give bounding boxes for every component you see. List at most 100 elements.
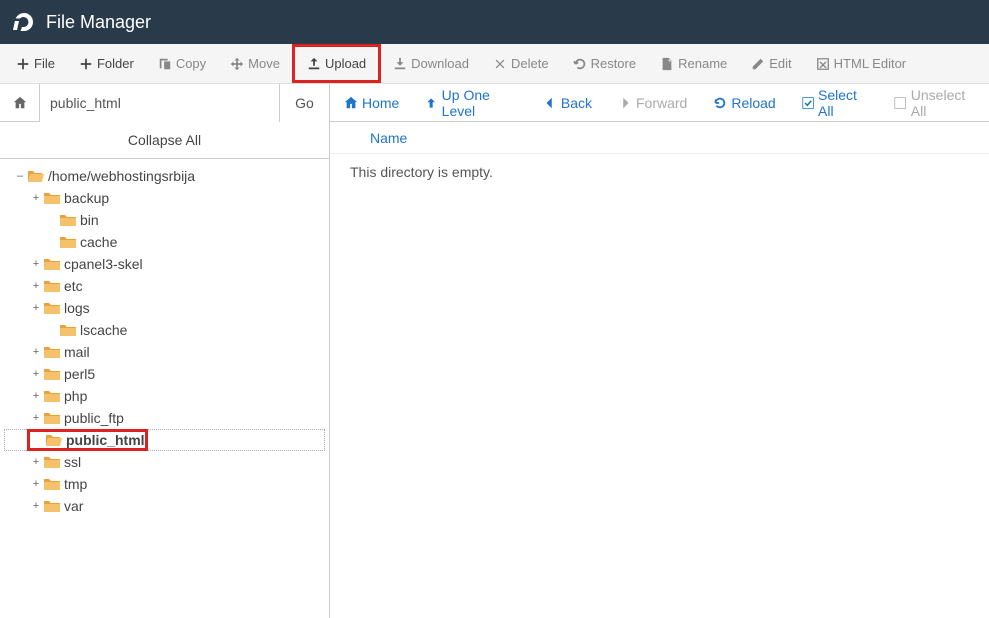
nav-label: Reload [731, 95, 775, 111]
nav-label: Select All [818, 87, 868, 119]
toolbar-label: Folder [97, 56, 134, 71]
tree-item-cache[interactable]: cache [4, 231, 325, 253]
upload-button[interactable]: Upload [292, 44, 381, 83]
go-button[interactable]: Go [279, 84, 329, 122]
tree-item-bin[interactable]: bin [4, 209, 325, 231]
expander-icon[interactable]: + [30, 368, 42, 380]
expander-icon[interactable]: + [30, 478, 42, 490]
move-button[interactable]: Move [218, 44, 292, 83]
htmleditor-button[interactable]: HTML Editor [804, 44, 918, 83]
tree-label: lscache [80, 322, 127, 338]
folder-icon [44, 499, 60, 513]
nav-home-button[interactable]: Home [344, 95, 399, 111]
expander-icon[interactable]: + [30, 346, 42, 358]
nav-label: Back [561, 95, 592, 111]
column-header-name[interactable]: Name [330, 122, 989, 154]
house-icon [344, 96, 358, 110]
tree-item-etc[interactable]: + etc [4, 275, 325, 297]
nav-back-button[interactable]: Back [543, 95, 592, 111]
content-area: Home Up One Level Back Forward Reload Select … [330, 84, 989, 618]
expander-icon[interactable]: + [30, 192, 42, 204]
tree-item-cpanel3-skel[interactable]: +cpanel3-skel [4, 253, 325, 275]
tree-item-perl5[interactable]: +perl5 [4, 363, 325, 385]
folder-icon [44, 367, 60, 381]
tree-item-var[interactable]: + var [4, 495, 325, 517]
edit-square-icon [816, 57, 830, 71]
file-icon [660, 57, 674, 71]
toolbar: File Folder CopyMoveUpload Download Delete Re… [0, 44, 989, 84]
expander-icon[interactable]: + [30, 258, 42, 270]
nav-label: Up One Level [442, 87, 517, 119]
expander-icon[interactable]: + [30, 280, 42, 292]
uncheck-icon [894, 96, 906, 110]
tree-item-ssl[interactable]: +ssl [4, 451, 325, 473]
folder-icon [44, 345, 60, 359]
collapse-all-button[interactable]: Collapse All [0, 122, 329, 159]
tree-item-mail[interactable]: + mail [4, 341, 325, 363]
copy-icon [158, 57, 172, 71]
toolbar-label: File [34, 56, 55, 71]
tree-item-tmp[interactable]: + tmp [4, 473, 325, 495]
close-icon [493, 57, 507, 71]
tree-label: tmp [64, 476, 87, 492]
path-row: Go [0, 84, 329, 122]
expander-icon[interactable]: + [30, 390, 42, 402]
reload-icon [713, 96, 727, 110]
tree-item-lscache[interactable]: lscache [4, 319, 325, 341]
tree-label: bin [80, 212, 99, 228]
folder-button[interactable]: Folder [67, 44, 146, 83]
nav-label: Forward [636, 95, 687, 111]
folder-icon [46, 433, 62, 447]
tree-label: backup [64, 190, 109, 206]
undo-icon [573, 57, 587, 71]
folder-icon [28, 169, 44, 183]
tree-item-php[interactable]: + php [4, 385, 325, 407]
rename-button[interactable]: Rename [648, 44, 739, 83]
folder-icon [44, 411, 60, 425]
folder-icon [44, 257, 60, 271]
tree-item-public_html[interactable]: public_html [4, 429, 325, 451]
nav-row: Home Up One Level Back Forward Reload Select … [330, 84, 989, 122]
nav-selectall-button[interactable]: Select All [802, 87, 869, 119]
tree-label: php [64, 388, 87, 404]
tree-label: mail [64, 344, 90, 360]
path-input[interactable] [40, 84, 279, 122]
expander-icon[interactable]: + [30, 500, 42, 512]
tree-item-logs[interactable]: +logs [4, 297, 325, 319]
nav-label: Unselect All [911, 87, 975, 119]
expander-icon[interactable]: + [30, 456, 42, 468]
tree-item-backup[interactable]: + backup [4, 187, 325, 209]
folder-icon [44, 389, 60, 403]
edit-button[interactable]: Edit [739, 44, 803, 83]
expander-icon[interactable]: – [14, 170, 26, 182]
home-icon-button[interactable] [0, 84, 40, 122]
tree-label: var [64, 498, 83, 514]
left-icon [543, 96, 557, 110]
expander-icon[interactable]: + [30, 412, 42, 424]
nav-up-button[interactable]: Up One Level [425, 87, 517, 119]
folder-icon [44, 477, 60, 491]
toolbar-label: Delete [511, 56, 549, 71]
folder-icon [44, 301, 60, 315]
folder-icon [44, 191, 60, 205]
copy-button[interactable]: Copy [146, 44, 218, 83]
folder-icon [44, 279, 60, 293]
download-button[interactable]: Download [381, 44, 481, 83]
pencil-icon [751, 57, 765, 71]
tree-label: public_html [66, 432, 145, 448]
restore-button[interactable]: Restore [561, 44, 649, 83]
tree-item-roothomerootwebhostingsrbija[interactable]: –/home/webhostingsrbija [4, 165, 325, 187]
tree-label: public_ftp [64, 410, 124, 426]
file-button[interactable]: File [4, 44, 67, 83]
delete-button[interactable]: Delete [481, 44, 561, 83]
expander-icon[interactable]: + [30, 302, 42, 314]
toolbar-label: Download [411, 56, 469, 71]
tree-item-public_ftp[interactable]: + public_ftp [4, 407, 325, 429]
right-icon [618, 96, 632, 110]
tree-label: etc [64, 278, 83, 294]
empty-directory-message: This directory is empty. [330, 154, 989, 190]
upload-icon [307, 57, 321, 71]
sidebar: Go Collapse All –/home/webhostingsrbija+… [0, 84, 330, 618]
nav-reload-button[interactable]: Reload [713, 95, 775, 111]
arrows-icon [230, 57, 244, 71]
